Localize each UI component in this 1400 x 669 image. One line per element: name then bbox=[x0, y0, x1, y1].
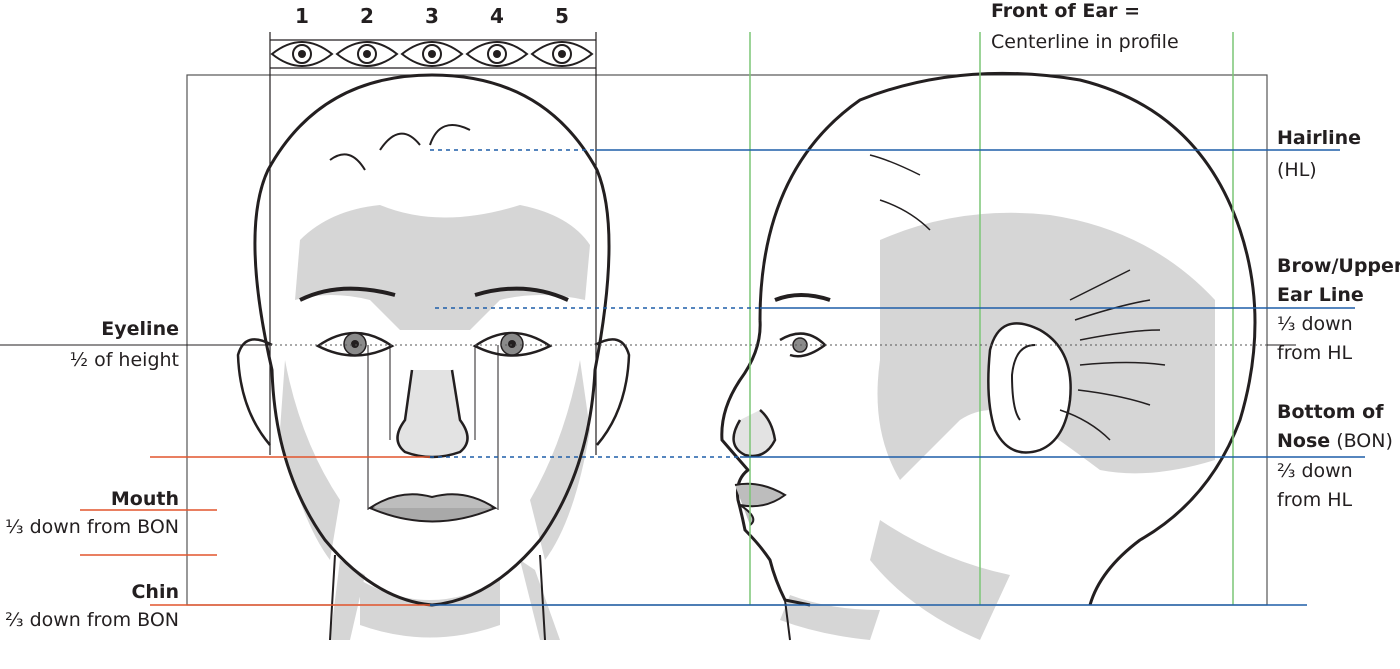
strip-eye bbox=[335, 41, 399, 67]
front-left-ear bbox=[236, 338, 273, 446]
front-mouth bbox=[367, 493, 498, 523]
strip-eye bbox=[400, 41, 464, 67]
eye-width-number: 4 bbox=[490, 4, 504, 28]
bon-desc: ⅔ down bbox=[1277, 460, 1353, 482]
strip-eye bbox=[465, 41, 529, 67]
bon-label-abbr: (BON) bbox=[1330, 430, 1393, 452]
front-nose bbox=[396, 369, 469, 459]
front-of-ear-title: Front of Ear = bbox=[991, 0, 1141, 22]
hairline-desc: (HL) bbox=[1277, 159, 1317, 181]
front-right-eye bbox=[472, 331, 553, 357]
chin-label: Chin bbox=[131, 581, 179, 603]
strip-eye bbox=[270, 41, 334, 67]
bon-label-nose: Nose bbox=[1277, 430, 1331, 452]
strip-eye bbox=[530, 41, 594, 67]
eye-width-number: 1 bbox=[295, 4, 309, 28]
eye-width-number: 3 bbox=[425, 4, 439, 28]
eyeline-desc: ½ of height bbox=[69, 349, 179, 371]
eye-width-number: 5 bbox=[555, 4, 569, 28]
front-left-eye bbox=[315, 331, 395, 357]
bon-label-line2: Nose (BON) bbox=[1277, 427, 1393, 455]
hairline-label: Hairline bbox=[1277, 127, 1362, 149]
profile-eyebrow bbox=[774, 293, 831, 302]
profile-nose bbox=[732, 409, 777, 458]
front-hair-strands bbox=[329, 124, 471, 171]
front-of-ear-desc: Centerline in profile bbox=[991, 31, 1179, 53]
brow-label: Brow/Upper bbox=[1277, 255, 1400, 277]
chin-desc: ⅔ down from BON bbox=[5, 609, 179, 631]
eye-width-number: 2 bbox=[360, 4, 374, 28]
brow-label-line2: Ear Line bbox=[1277, 284, 1364, 306]
bon-label: Bottom of bbox=[1277, 401, 1384, 423]
profile-face-outline bbox=[720, 319, 811, 607]
mouth-desc: ⅓ down from BON bbox=[5, 516, 179, 538]
mouth-label: Mouth bbox=[110, 488, 179, 510]
face-proportion-diagram bbox=[0, 32, 1365, 641]
eyeline-label: Eyeline bbox=[101, 318, 179, 340]
brow-desc: ⅓ down bbox=[1277, 313, 1353, 335]
bon-desc-line2: from HL bbox=[1277, 489, 1353, 511]
profile-face-view bbox=[720, 32, 1257, 641]
brow-desc-line2: from HL bbox=[1277, 342, 1353, 364]
front-right-ear bbox=[594, 338, 631, 446]
